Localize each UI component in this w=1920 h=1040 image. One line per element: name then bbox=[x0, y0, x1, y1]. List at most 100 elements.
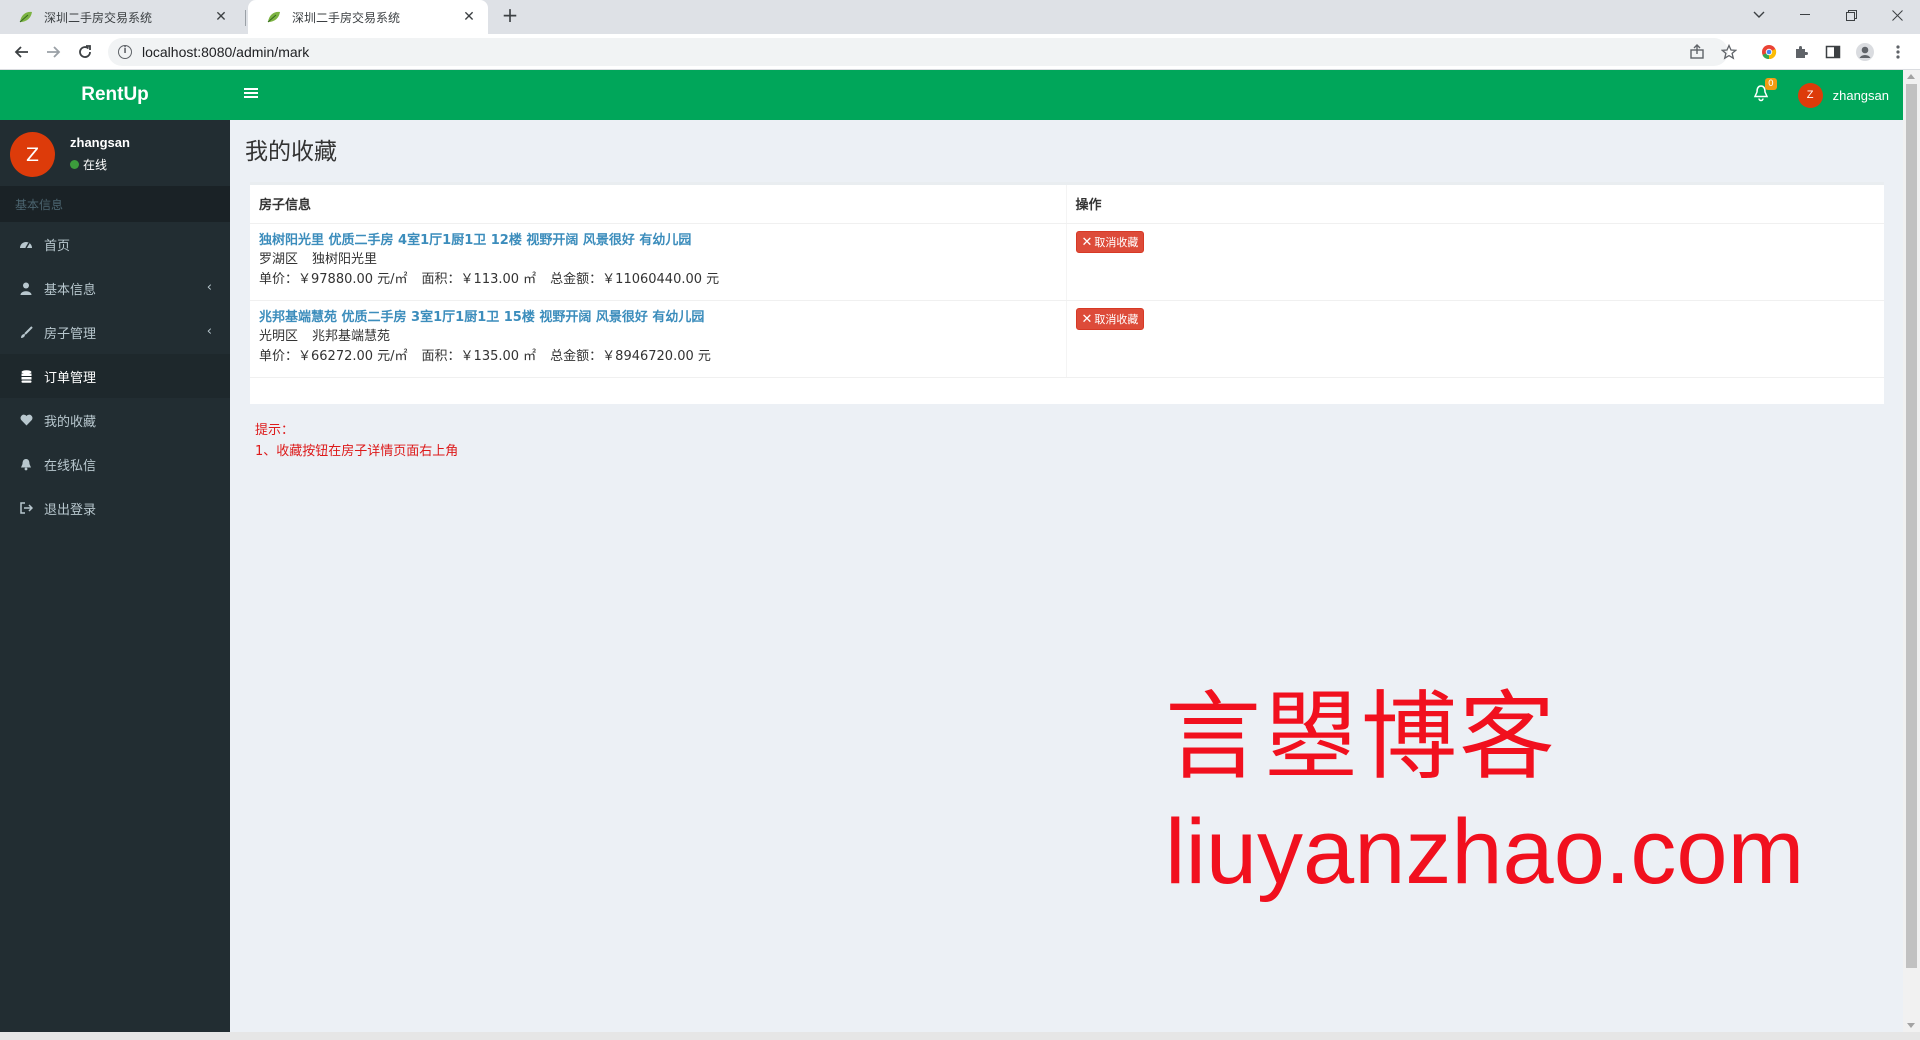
sidebar-item-home[interactable]: 首页 bbox=[0, 222, 230, 266]
browser-tab[interactable]: 深圳二手房交易系统 ✕ bbox=[0, 0, 240, 34]
house-district: 罗湖区 bbox=[259, 251, 299, 267]
forward-arrow-icon[interactable] bbox=[41, 40, 65, 64]
brand-logo[interactable]: RentUp bbox=[0, 70, 230, 120]
tab-divider bbox=[245, 10, 246, 26]
database-icon bbox=[18, 368, 34, 384]
bell-icon bbox=[18, 456, 34, 472]
top-navbar: 0 Z zhangsan bbox=[230, 70, 1903, 120]
cancel-favorite-button[interactable]: ✕ 取消收藏 bbox=[1075, 307, 1145, 330]
tab-title: 深圳二手房交易系统 bbox=[44, 10, 153, 25]
favorites-box: 房子信息 操作 独树阳光里 优质二手房 4室1厅1厨1卫 12楼 视野开阔 风景… bbox=[250, 182, 1884, 404]
user-name: zhangsan bbox=[70, 135, 130, 150]
close-icon: ✕ bbox=[1081, 310, 1093, 326]
scroll-down-arrow-icon[interactable] bbox=[1907, 1023, 1915, 1028]
menu-header: 基本信息 bbox=[0, 186, 230, 222]
sidebar-item-label: 房子管理 bbox=[44, 326, 97, 342]
notification-badge: 0 bbox=[1765, 78, 1777, 90]
chevron-left-icon: ‹ bbox=[206, 324, 212, 339]
house-location: 光明区 兆邦基端慧苑 bbox=[259, 327, 1057, 347]
sidebar-item-label: 首页 bbox=[44, 238, 71, 254]
share-icon[interactable] bbox=[1687, 42, 1707, 62]
house-total: 总金额：￥8946720.00 元 bbox=[550, 348, 711, 364]
notification-bell-icon[interactable]: 0 bbox=[1753, 78, 1777, 104]
house-unit-price: 单价：￥66272.00 元/㎡ bbox=[259, 348, 408, 364]
tips-line: 1、收藏按钮在房子详情页面右上角 bbox=[255, 444, 459, 459]
house-prices: 单价：￥97880.00 元/㎡ 面积：￥113.00 ㎡总金额：￥1106044… bbox=[259, 270, 1057, 290]
reload-icon[interactable] bbox=[73, 40, 97, 64]
user-status-text: 在线 bbox=[83, 158, 108, 172]
tips-label: 提示： bbox=[255, 423, 295, 438]
new-tab-button[interactable]: + bbox=[498, 4, 522, 28]
user-menu[interactable]: Z zhangsan bbox=[1797, 82, 1889, 108]
house-info-cell: 独树阳光里 优质二手房 4室1厅1厨1卫 12楼 视野开阔 风景很好 有幼儿园 … bbox=[250, 223, 1066, 301]
house-area: 面积：￥113.00 ㎡ bbox=[421, 271, 537, 287]
sidebar-item-favorites[interactable]: 我的收藏 bbox=[0, 398, 230, 442]
house-prices: 单价：￥66272.00 元/㎡ 面积：￥135.00 ㎡总金额：￥8946720… bbox=[259, 347, 1057, 367]
user-panel: Z zhangsan 在线 bbox=[0, 120, 230, 186]
brush-icon bbox=[18, 324, 34, 340]
column-header-actions: 操作 bbox=[1065, 185, 1884, 224]
avatar: Z bbox=[10, 132, 55, 177]
top-username: zhangsan bbox=[1832, 87, 1889, 103]
house-title-link[interactable]: 兆邦基端慧苑 优质二手房 3室1厅1厨1卫 15楼 视野开阔 风景很好 有幼儿园 bbox=[259, 308, 1057, 327]
site-info-icon[interactable]: i bbox=[118, 45, 132, 59]
user-icon bbox=[18, 280, 34, 296]
actions-cell: ✕ 取消收藏 bbox=[1065, 300, 1884, 378]
profile-icon[interactable] bbox=[1855, 42, 1875, 62]
sidebar-item-orders[interactable]: 订单管理 bbox=[0, 354, 230, 398]
tab-close-icon[interactable]: ✕ bbox=[212, 9, 230, 25]
tab-close-icon[interactable]: ✕ bbox=[460, 9, 478, 25]
window-bottom-edge bbox=[0, 1032, 1920, 1040]
side-panel-icon[interactable] bbox=[1823, 42, 1843, 62]
leaf-favicon-icon bbox=[18, 9, 34, 25]
watermark-title: 言曌博客 bbox=[1165, 684, 1557, 791]
house-title-link[interactable]: 独树阳光里 优质二手房 4室1厅1厨1卫 12楼 视野开阔 风景很好 有幼儿园 bbox=[259, 231, 1057, 250]
browser-toolbar: i localhost:8080/admin/mark bbox=[0, 34, 1920, 70]
tab-title: 深圳二手房交易系统 bbox=[292, 10, 401, 25]
close-icon: ✕ bbox=[1081, 233, 1093, 249]
scroll-up-arrow-icon[interactable] bbox=[1907, 74, 1915, 79]
column-header-house-info: 房子信息 bbox=[250, 185, 1066, 224]
table-header-row: 房子信息 操作 bbox=[250, 185, 1884, 224]
page-scrollbar[interactable] bbox=[1903, 70, 1920, 1032]
close-window-button[interactable] bbox=[1874, 0, 1920, 30]
scrollbar-thumb[interactable] bbox=[1906, 84, 1917, 968]
minimize-button[interactable] bbox=[1782, 0, 1828, 30]
table-row: 独树阳光里 优质二手房 4室1厅1厨1卫 12楼 视野开阔 风景很好 有幼儿园 … bbox=[250, 223, 1884, 301]
browser-tab-active[interactable]: 深圳二手房交易系统 ✕ bbox=[248, 0, 488, 34]
table-row: 兆邦基端慧苑 优质二手房 3室1厅1厨1卫 15楼 视野开阔 风景很好 有幼儿园… bbox=[250, 300, 1884, 378]
sign-out-icon bbox=[18, 500, 34, 516]
tab-search-chevron-icon[interactable] bbox=[1736, 0, 1782, 30]
address-bar[interactable]: i localhost:8080/admin/mark bbox=[108, 38, 1728, 66]
sidebar-item-basic-info[interactable]: 基本信息 ‹ bbox=[0, 266, 230, 310]
bookmark-star-icon[interactable] bbox=[1719, 42, 1739, 62]
tips: 提示： 1、收藏按钮在房子详情页面右上角 bbox=[255, 420, 458, 462]
user-status: 在线 bbox=[70, 156, 107, 173]
cancel-favorite-button[interactable]: ✕ 取消收藏 bbox=[1075, 230, 1145, 253]
favorites-table: 房子信息 操作 独树阳光里 优质二手房 4室1厅1厨1卫 12楼 视野开阔 风景… bbox=[250, 185, 1884, 378]
house-community: 兆邦基端慧苑 bbox=[312, 328, 391, 344]
sidebar-item-logout[interactable]: 退出登录 bbox=[0, 486, 230, 530]
restore-button[interactable] bbox=[1828, 0, 1874, 30]
sidebar-item-label: 基本信息 bbox=[44, 282, 97, 298]
house-unit-price: 单价：￥97880.00 元/㎡ bbox=[259, 271, 408, 287]
browser-tab-bar: 深圳二手房交易系统 ✕ 深圳二手房交易系统 ✕ + bbox=[0, 0, 1920, 34]
house-total: 总金额：￥11060440.00 元 bbox=[550, 271, 720, 287]
leaf-favicon-icon bbox=[266, 9, 282, 25]
sidebar-item-label: 我的收藏 bbox=[44, 414, 97, 430]
sidebar-item-messages[interactable]: 在线私信 bbox=[0, 442, 230, 486]
sidebar-item-label: 退出登录 bbox=[44, 502, 97, 518]
watermark-url: liuyanzhao.com bbox=[1165, 801, 1805, 903]
sidebar: RentUp Z zhangsan 在线 基本信息 首页 基本信息 ‹ 房子管理 bbox=[0, 70, 230, 1040]
sidebar-menu: 首页 基本信息 ‹ 房子管理 ‹ 订单管理 我的收藏 在线私信 退出登录 bbox=[0, 222, 230, 530]
sidebar-item-label: 在线私信 bbox=[44, 458, 97, 474]
chrome-extension-icon[interactable] bbox=[1759, 42, 1779, 62]
menu-toggle-icon[interactable] bbox=[244, 86, 260, 102]
sidebar-item-house-manage[interactable]: 房子管理 ‹ bbox=[0, 310, 230, 354]
actions-cell: ✕ 取消收藏 bbox=[1065, 223, 1884, 301]
back-arrow-icon[interactable] bbox=[10, 40, 34, 64]
extensions-puzzle-icon[interactable] bbox=[1791, 42, 1811, 62]
house-location: 罗湖区 独树阳光里 bbox=[259, 250, 1057, 270]
avatar-small: Z bbox=[1797, 82, 1823, 108]
more-menu-icon[interactable] bbox=[1888, 42, 1908, 62]
